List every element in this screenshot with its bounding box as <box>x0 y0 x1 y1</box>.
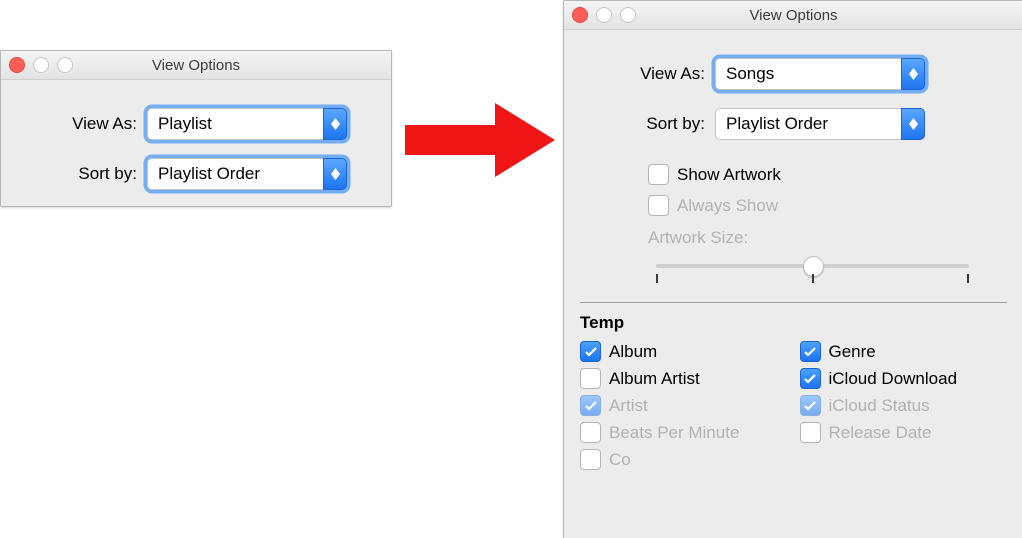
artwork-size-label: Artwork Size: <box>648 228 1007 248</box>
checkbox-icon <box>580 368 601 389</box>
checkbox-icon <box>580 395 601 416</box>
view-options-window-after: View Options View As: Songs Sort by: Pla… <box>563 0 1022 538</box>
view-options-window-before: View Options View As: Playlist Sort by: … <box>0 50 392 207</box>
slider-ticks <box>656 274 969 283</box>
checkbox-label: Album Artist <box>609 369 700 389</box>
checkbox-label: Show Artwork <box>677 165 781 185</box>
view-as-label: View As: <box>17 114 147 134</box>
checkbox-icon <box>648 164 669 185</box>
view-as-dropdown[interactable]: Playlist <box>147 108 347 140</box>
checkbox-label: iCloud Status <box>829 396 930 416</box>
column-checkbox: Co <box>580 449 788 470</box>
zoom-icon <box>57 57 73 73</box>
sort-by-dropdown[interactable]: Playlist Order <box>147 158 347 190</box>
checkbox-icon <box>800 368 821 389</box>
checkbox-icon <box>580 341 601 362</box>
checkbox-label: Genre <box>829 342 876 362</box>
columns-right: Genre iCloud Download iCloud Status Release… <box>800 341 1008 476</box>
checkbox-icon <box>580 422 601 443</box>
column-checkbox[interactable]: Album <box>580 341 788 362</box>
chevron-updown-icon[interactable] <box>323 158 347 190</box>
checkbox-label: Beats Per Minute <box>609 423 739 443</box>
close-icon[interactable] <box>572 7 588 23</box>
checkbox-label: Co <box>609 450 631 470</box>
show-artwork-checkbox[interactable]: Show Artwork <box>648 164 1007 185</box>
column-checkbox: Beats Per Minute <box>580 422 788 443</box>
arrow-right-icon <box>400 95 560 185</box>
zoom-icon <box>620 7 636 23</box>
sort-by-dropdown[interactable]: Playlist Order <box>715 108 925 140</box>
view-as-label: View As: <box>580 64 715 84</box>
sort-by-value: Playlist Order <box>147 158 323 190</box>
checkbox-icon <box>580 449 601 470</box>
column-checkbox: Release Date <box>800 422 1008 443</box>
sort-by-value: Playlist Order <box>715 108 901 140</box>
titlebar[interactable]: View Options <box>564 1 1022 30</box>
checkbox-icon <box>800 341 821 362</box>
checkbox-label: Always Show <box>677 196 778 216</box>
column-checkbox[interactable]: Album Artist <box>580 368 788 389</box>
view-as-value: Playlist <box>147 108 323 140</box>
checkbox-label: Album <box>609 342 657 362</box>
checkbox-icon <box>648 195 669 216</box>
separator <box>580 302 1007 303</box>
sort-by-label: Sort by: <box>17 164 147 184</box>
always-show-checkbox: Always Show <box>648 195 1007 216</box>
close-icon[interactable] <box>9 57 25 73</box>
columns-left: Album Album Artist Artist Beats Per Minute C… <box>580 341 788 476</box>
minimize-icon <box>596 7 612 23</box>
sort-by-label: Sort by: <box>580 114 715 134</box>
view-as-value: Songs <box>715 58 901 90</box>
column-checkbox[interactable]: Genre <box>800 341 1008 362</box>
view-as-dropdown[interactable]: Songs <box>715 58 925 90</box>
column-checkbox: iCloud Status <box>800 395 1008 416</box>
column-checkbox: Artist <box>580 395 788 416</box>
artwork-size-slider[interactable] <box>656 254 969 288</box>
checkbox-icon <box>800 395 821 416</box>
checkbox-label: iCloud Download <box>829 369 958 389</box>
chevron-updown-icon[interactable] <box>323 108 347 140</box>
column-checkbox[interactable]: iCloud Download <box>800 368 1008 389</box>
checkbox-icon <box>800 422 821 443</box>
checkbox-label: Release Date <box>829 423 932 443</box>
section-title: Temp <box>580 313 1007 333</box>
minimize-icon <box>33 57 49 73</box>
titlebar[interactable]: View Options <box>1 51 391 80</box>
chevron-updown-icon[interactable] <box>901 108 925 140</box>
chevron-updown-icon[interactable] <box>901 58 925 90</box>
checkbox-label: Artist <box>609 396 648 416</box>
